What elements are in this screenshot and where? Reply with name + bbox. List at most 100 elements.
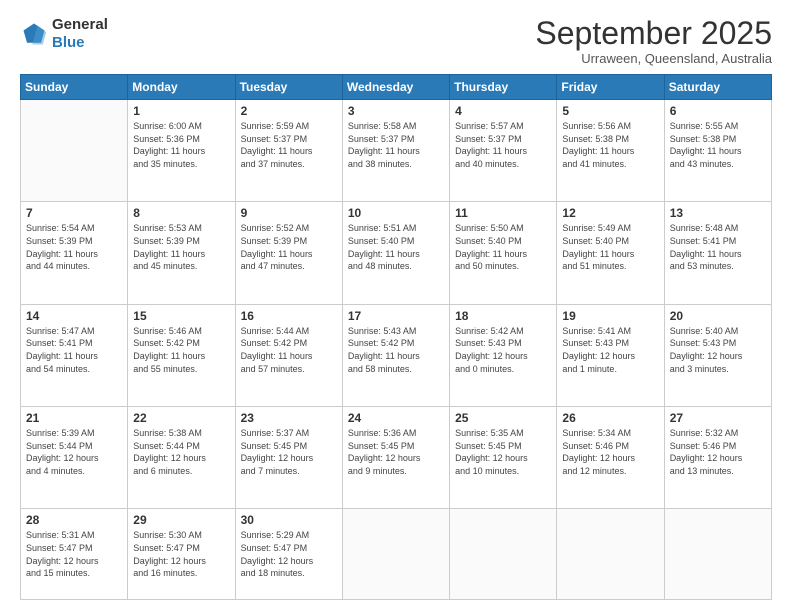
cell-info: Sunrise: 5:32 AM Sunset: 5:46 PM Dayligh… bbox=[670, 427, 766, 477]
calendar-table: SundayMondayTuesdayWednesdayThursdayFrid… bbox=[20, 74, 772, 600]
cell-info: Sunrise: 5:31 AM Sunset: 5:47 PM Dayligh… bbox=[26, 529, 122, 579]
logo-text: General Blue bbox=[52, 16, 108, 52]
day-number: 26 bbox=[562, 411, 658, 425]
cell-info: Sunrise: 5:39 AM Sunset: 5:44 PM Dayligh… bbox=[26, 427, 122, 477]
calendar-cell bbox=[450, 509, 557, 600]
day-number: 18 bbox=[455, 309, 551, 323]
calendar-cell: 27Sunrise: 5:32 AM Sunset: 5:46 PM Dayli… bbox=[664, 407, 771, 509]
cell-info: Sunrise: 5:36 AM Sunset: 5:45 PM Dayligh… bbox=[348, 427, 444, 477]
day-number: 10 bbox=[348, 206, 444, 220]
calendar-cell: 4 Sunrise: 5:57 AM Sunset: 5:37 PM Daylig… bbox=[450, 100, 557, 202]
day-number: 3 bbox=[348, 104, 444, 118]
day-number: 28 bbox=[26, 513, 122, 527]
day-number: 15 bbox=[133, 309, 229, 323]
day-number: 30 bbox=[241, 513, 337, 527]
cell-info: Sunrise: 5:40 AM Sunset: 5:43 PM Dayligh… bbox=[670, 325, 766, 375]
cell-info: Sunrise: 5:34 AM Sunset: 5:46 PM Dayligh… bbox=[562, 427, 658, 477]
weekday-header-wednesday: Wednesday bbox=[342, 75, 449, 100]
logo-icon bbox=[20, 20, 48, 48]
calendar-cell bbox=[664, 509, 771, 600]
location-subtitle: Urraween, Queensland, Australia bbox=[535, 51, 772, 66]
cell-info: Sunrise: 5:56 AM Sunset: 5:38 PM Dayligh… bbox=[562, 120, 658, 170]
calendar-cell: 5 Sunrise: 5:56 AM Sunset: 5:38 PM Daylig… bbox=[557, 100, 664, 202]
cell-info: Sunrise: 5:53 AM Sunset: 5:39 PM Dayligh… bbox=[133, 222, 229, 272]
calendar-row-4: 21 Sunrise: 5:39 AM Sunset: 5:44 PM Dayli… bbox=[21, 407, 772, 509]
calendar-cell: 10 Sunrise: 5:51 AM Sunset: 5:40 PM Dayli… bbox=[342, 202, 449, 304]
calendar-row-1: 1Sunrise: 6:00 AM Sunset: 5:36 PM Daylig… bbox=[21, 100, 772, 202]
weekday-header-monday: Monday bbox=[128, 75, 235, 100]
weekday-header-saturday: Saturday bbox=[664, 75, 771, 100]
calendar-cell: 12 Sunrise: 5:49 AM Sunset: 5:40 PM Dayli… bbox=[557, 202, 664, 304]
calendar-cell: 24 Sunrise: 5:36 AM Sunset: 5:45 PM Dayli… bbox=[342, 407, 449, 509]
calendar-cell: 13Sunrise: 5:48 AM Sunset: 5:41 PM Dayli… bbox=[664, 202, 771, 304]
page: General Blue September 2025 Urraween, Qu… bbox=[0, 0, 792, 612]
calendar-cell: 17 Sunrise: 5:43 AM Sunset: 5:42 PM Dayli… bbox=[342, 304, 449, 406]
calendar-cell: 9 Sunrise: 5:52 AM Sunset: 5:39 PM Daylig… bbox=[235, 202, 342, 304]
cell-info: Sunrise: 5:46 AM Sunset: 5:42 PM Dayligh… bbox=[133, 325, 229, 375]
calendar-cell bbox=[557, 509, 664, 600]
day-number: 24 bbox=[348, 411, 444, 425]
calendar-cell: 21 Sunrise: 5:39 AM Sunset: 5:44 PM Dayli… bbox=[21, 407, 128, 509]
day-number: 11 bbox=[455, 206, 551, 220]
day-number: 21 bbox=[26, 411, 122, 425]
calendar-cell: 2 Sunrise: 5:59 AM Sunset: 5:37 PM Daylig… bbox=[235, 100, 342, 202]
calendar-cell: 20 Sunrise: 5:40 AM Sunset: 5:43 PM Dayli… bbox=[664, 304, 771, 406]
cell-info: Sunrise: 5:49 AM Sunset: 5:40 PM Dayligh… bbox=[562, 222, 658, 272]
day-number: 5 bbox=[562, 104, 658, 118]
cell-info: Sunrise: 5:30 AM Sunset: 5:47 PM Dayligh… bbox=[133, 529, 229, 579]
calendar-cell: 22Sunrise: 5:38 AM Sunset: 5:44 PM Dayli… bbox=[128, 407, 235, 509]
calendar-cell: 15 Sunrise: 5:46 AM Sunset: 5:42 PM Dayli… bbox=[128, 304, 235, 406]
title-block: September 2025 Urraween, Queensland, Aus… bbox=[535, 16, 772, 66]
day-number: 4 bbox=[455, 104, 551, 118]
cell-info: Sunrise: 5:59 AM Sunset: 5:37 PM Dayligh… bbox=[241, 120, 337, 170]
header: General Blue September 2025 Urraween, Qu… bbox=[20, 16, 772, 66]
logo: General Blue bbox=[20, 16, 108, 52]
day-number: 2 bbox=[241, 104, 337, 118]
cell-info: Sunrise: 5:44 AM Sunset: 5:42 PM Dayligh… bbox=[241, 325, 337, 375]
calendar-cell: 1Sunrise: 6:00 AM Sunset: 5:36 PM Daylig… bbox=[128, 100, 235, 202]
cell-info: Sunrise: 5:43 AM Sunset: 5:42 PM Dayligh… bbox=[348, 325, 444, 375]
day-number: 12 bbox=[562, 206, 658, 220]
cell-info: Sunrise: 5:57 AM Sunset: 5:37 PM Dayligh… bbox=[455, 120, 551, 170]
day-number: 8 bbox=[133, 206, 229, 220]
cell-info: Sunrise: 5:38 AM Sunset: 5:44 PM Dayligh… bbox=[133, 427, 229, 477]
day-number: 13 bbox=[670, 206, 766, 220]
day-number: 17 bbox=[348, 309, 444, 323]
cell-info: Sunrise: 5:35 AM Sunset: 5:45 PM Dayligh… bbox=[455, 427, 551, 477]
calendar-cell: 19Sunrise: 5:41 AM Sunset: 5:43 PM Dayli… bbox=[557, 304, 664, 406]
calendar-cell: 6 Sunrise: 5:55 AM Sunset: 5:38 PM Daylig… bbox=[664, 100, 771, 202]
calendar-cell: 23Sunrise: 5:37 AM Sunset: 5:45 PM Dayli… bbox=[235, 407, 342, 509]
calendar-cell: 3 Sunrise: 5:58 AM Sunset: 5:37 PM Daylig… bbox=[342, 100, 449, 202]
cell-info: Sunrise: 5:29 AM Sunset: 5:47 PM Dayligh… bbox=[241, 529, 337, 579]
cell-info: Sunrise: 5:55 AM Sunset: 5:38 PM Dayligh… bbox=[670, 120, 766, 170]
day-number: 6 bbox=[670, 104, 766, 118]
month-title: September 2025 bbox=[535, 16, 772, 51]
calendar-cell: 14Sunrise: 5:47 AM Sunset: 5:41 PM Dayli… bbox=[21, 304, 128, 406]
weekday-header-friday: Friday bbox=[557, 75, 664, 100]
calendar-cell: 28 Sunrise: 5:31 AM Sunset: 5:47 PM Dayli… bbox=[21, 509, 128, 600]
day-number: 20 bbox=[670, 309, 766, 323]
calendar-cell bbox=[21, 100, 128, 202]
cell-info: Sunrise: 6:00 AM Sunset: 5:36 PM Dayligh… bbox=[133, 120, 229, 170]
day-number: 9 bbox=[241, 206, 337, 220]
day-number: 25 bbox=[455, 411, 551, 425]
calendar-cell: 18 Sunrise: 5:42 AM Sunset: 5:43 PM Dayli… bbox=[450, 304, 557, 406]
day-number: 16 bbox=[241, 309, 337, 323]
day-number: 23 bbox=[241, 411, 337, 425]
cell-info: Sunrise: 5:58 AM Sunset: 5:37 PM Dayligh… bbox=[348, 120, 444, 170]
cell-info: Sunrise: 5:52 AM Sunset: 5:39 PM Dayligh… bbox=[241, 222, 337, 272]
cell-info: Sunrise: 5:50 AM Sunset: 5:40 PM Dayligh… bbox=[455, 222, 551, 272]
calendar-row-2: 7Sunrise: 5:54 AM Sunset: 5:39 PM Daylig… bbox=[21, 202, 772, 304]
calendar-cell: 30 Sunrise: 5:29 AM Sunset: 5:47 PM Dayli… bbox=[235, 509, 342, 600]
cell-info: Sunrise: 5:51 AM Sunset: 5:40 PM Dayligh… bbox=[348, 222, 444, 272]
day-number: 19 bbox=[562, 309, 658, 323]
cell-info: Sunrise: 5:42 AM Sunset: 5:43 PM Dayligh… bbox=[455, 325, 551, 375]
cell-info: Sunrise: 5:47 AM Sunset: 5:41 PM Dayligh… bbox=[26, 325, 122, 375]
calendar-cell: 29Sunrise: 5:30 AM Sunset: 5:47 PM Dayli… bbox=[128, 509, 235, 600]
calendar-cell: 8 Sunrise: 5:53 AM Sunset: 5:39 PM Daylig… bbox=[128, 202, 235, 304]
calendar-cell bbox=[342, 509, 449, 600]
calendar-cell: 26 Sunrise: 5:34 AM Sunset: 5:46 PM Dayli… bbox=[557, 407, 664, 509]
calendar-cell: 16 Sunrise: 5:44 AM Sunset: 5:42 PM Dayli… bbox=[235, 304, 342, 406]
weekday-header-thursday: Thursday bbox=[450, 75, 557, 100]
weekday-header-sunday: Sunday bbox=[21, 75, 128, 100]
